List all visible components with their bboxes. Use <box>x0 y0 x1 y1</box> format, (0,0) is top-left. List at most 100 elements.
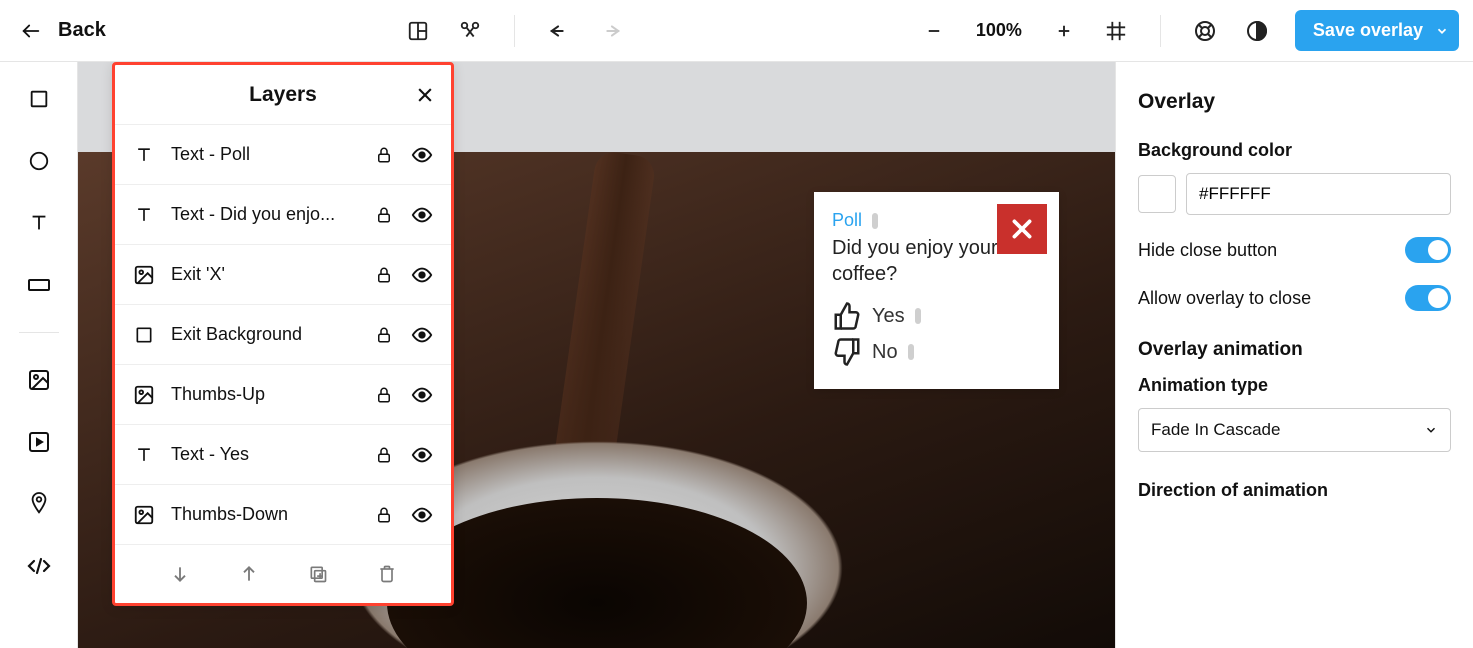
layers-panel-close-button[interactable] <box>415 85 435 105</box>
hide-close-label: Hide close button <box>1138 240 1277 261</box>
layer-move-down-button[interactable] <box>165 559 195 589</box>
layer-lock-button[interactable] <box>373 326 395 344</box>
redo-icon <box>600 20 622 42</box>
text-icon <box>28 212 50 234</box>
overlay-preview[interactable]: Poll Did you enjoy your coffee? Yes No <box>814 192 1059 389</box>
tool-text[interactable] <box>24 208 54 238</box>
undo-icon <box>548 20 570 42</box>
thumbs-down-icon <box>832 337 862 367</box>
arrow-left-icon <box>20 20 42 42</box>
image-icon <box>133 264 155 286</box>
crop-button[interactable] <box>452 13 488 49</box>
hide-close-toggle[interactable] <box>1405 237 1451 263</box>
layer-row[interactable]: Text - Did you enjo... <box>115 185 451 245</box>
layer-visibility-button[interactable] <box>411 204 433 226</box>
zoom-out-button[interactable] <box>916 13 952 49</box>
tool-circle[interactable] <box>24 146 54 176</box>
zoom-in-button[interactable] <box>1046 13 1082 49</box>
video-icon <box>27 430 51 454</box>
layer-name: Text - Poll <box>171 144 357 165</box>
arrow-up-icon <box>239 564 259 584</box>
tool-rectangle[interactable] <box>24 84 54 114</box>
button-icon <box>27 276 51 294</box>
layer-visibility-button[interactable] <box>411 444 433 466</box>
layer-lock-button[interactable] <box>373 206 395 224</box>
drag-handle-icon[interactable] <box>908 344 914 360</box>
circle-icon <box>28 150 50 172</box>
tool-code[interactable] <box>24 551 54 581</box>
tool-rail <box>0 62 78 648</box>
layers-panel: Layers Text - Poll Text - Did you enjo...… <box>112 62 454 606</box>
lifebuoy-icon <box>1193 19 1217 43</box>
contrast-button[interactable] <box>1239 13 1275 49</box>
close-icon <box>415 85 435 105</box>
layer-move-up-button[interactable] <box>234 559 264 589</box>
contrast-icon <box>1245 19 1269 43</box>
drag-handle-icon[interactable] <box>915 308 921 324</box>
tool-button[interactable] <box>24 270 54 300</box>
tool-video[interactable] <box>24 427 54 457</box>
layer-lock-button[interactable] <box>373 386 395 404</box>
help-button[interactable] <box>1187 13 1223 49</box>
answer-yes[interactable]: Yes <box>832 301 1041 331</box>
section-overlay-title: Overlay <box>1138 90 1451 114</box>
save-overlay-button[interactable]: Save overlay <box>1295 10 1459 51</box>
text-icon <box>133 445 155 465</box>
layer-visibility-button[interactable] <box>411 324 433 346</box>
undo-button[interactable] <box>541 13 577 49</box>
layer-lock-button[interactable] <box>373 446 395 464</box>
grid-button[interactable] <box>1098 13 1134 49</box>
layer-visibility-button[interactable] <box>411 264 433 286</box>
layer-lock-button[interactable] <box>373 506 395 524</box>
layer-name: Text - Did you enjo... <box>171 204 357 225</box>
tool-location[interactable] <box>24 489 54 519</box>
pin-icon <box>28 491 50 517</box>
chevron-down-icon <box>1435 24 1449 38</box>
poll-label: Poll <box>832 210 862 231</box>
redo-button[interactable] <box>593 13 629 49</box>
layer-duplicate-button[interactable] <box>303 559 333 589</box>
layer-name: Thumbs-Down <box>171 504 357 525</box>
layers-panel-title: Layers <box>249 83 317 107</box>
answer-yes-label: Yes <box>872 305 905 328</box>
layer-lock-button[interactable] <box>373 266 395 284</box>
tool-image[interactable] <box>24 365 54 395</box>
canvas[interactable]: Layers Text - Poll Text - Did you enjo...… <box>78 62 1115 648</box>
layer-row[interactable]: Exit Background <box>115 305 451 365</box>
minus-icon <box>925 22 943 40</box>
top-toolbar: Back 100% <box>0 0 1473 62</box>
overlay-close-button[interactable] <box>997 204 1047 254</box>
layer-visibility-button[interactable] <box>411 504 433 526</box>
zoom-level: 100% <box>968 20 1030 41</box>
layer-row[interactable]: Text - Yes <box>115 425 451 485</box>
layer-row[interactable]: Thumbs-Down <box>115 485 451 545</box>
square-icon <box>28 88 50 110</box>
arrow-down-icon <box>170 564 190 584</box>
layer-visibility-button[interactable] <box>411 144 433 166</box>
layer-visibility-button[interactable] <box>411 384 433 406</box>
duplicate-icon <box>308 564 328 584</box>
properties-panel: Overlay Background color Hide close butt… <box>1115 62 1473 648</box>
layout-panel-button[interactable] <box>400 13 436 49</box>
section-animation-title: Overlay animation <box>1138 339 1451 361</box>
layers-panel-footer <box>115 545 451 603</box>
layer-row[interactable]: Text - Poll <box>115 125 451 185</box>
background-color-input[interactable] <box>1186 173 1451 215</box>
allow-close-toggle[interactable] <box>1405 285 1451 311</box>
layer-name: Exit Background <box>171 324 357 345</box>
layer-lock-button[interactable] <box>373 146 395 164</box>
background-color-swatch[interactable] <box>1138 175 1176 213</box>
layer-row[interactable]: Thumbs-Up <box>115 365 451 425</box>
layer-delete-button[interactable] <box>372 559 402 589</box>
thumbs-up-icon <box>832 301 862 331</box>
layer-name: Text - Yes <box>171 444 357 465</box>
scissors-icon <box>459 20 481 42</box>
answer-no[interactable]: No <box>832 337 1041 367</box>
back-button[interactable]: Back <box>0 19 126 42</box>
layer-row[interactable]: Exit 'X' <box>115 245 451 305</box>
background-color-label: Background color <box>1138 140 1451 161</box>
drag-handle-icon[interactable] <box>872 213 878 229</box>
layers-panel-header: Layers <box>115 65 451 125</box>
animation-type-select[interactable]: Fade In Cascade <box>1138 408 1451 452</box>
code-icon <box>26 555 52 577</box>
